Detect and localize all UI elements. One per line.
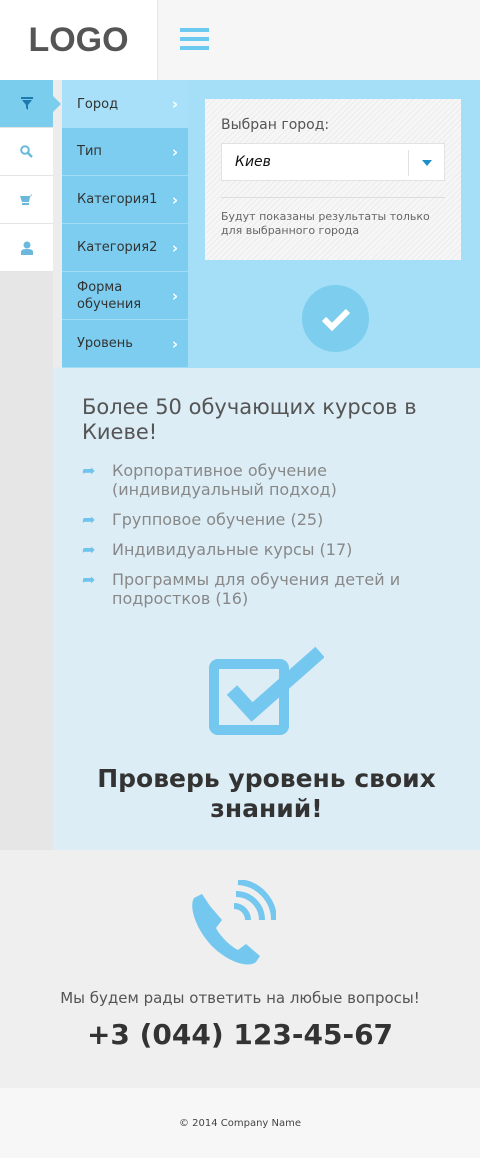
confirm-button[interactable]	[302, 285, 369, 352]
arrow-icon: ➦	[82, 510, 96, 529]
copyright: © 2014 Company Name	[178, 1117, 302, 1129]
header: LOGO	[0, 0, 480, 80]
list-item[interactable]: ➦ Корпоративное обучение (индивидуальный …	[82, 461, 462, 499]
list-item[interactable]: ➦ Программы для обучения детей и подростк…	[82, 570, 462, 608]
check-icon	[321, 308, 350, 331]
city-selector-box: Выбран город: Киев Будут показаны резуль…	[205, 99, 461, 260]
filter-icon[interactable]	[0, 80, 61, 128]
menu-item-label: Уровень	[77, 336, 133, 351]
chevron-right-icon: ›	[171, 238, 178, 257]
menu-item-label: Категория1	[77, 192, 158, 207]
city-label: Выбран город:	[221, 117, 330, 133]
contact-text: Мы будем рады ответить на любые вопросы!	[60, 989, 420, 1007]
cart-icon[interactable]	[0, 176, 53, 224]
arrow-icon: ➦	[82, 540, 96, 559]
chevron-right-icon: ›	[171, 142, 178, 161]
filter-menu: Город › Тип › Категория1 › Категория2 › Форм…	[62, 80, 188, 368]
list-item[interactable]: ➦ Индивидуальные курсы (17)	[82, 540, 462, 559]
search-icon[interactable]	[0, 128, 53, 176]
menu-item-study-form[interactable]: Форма обучения ›	[62, 272, 188, 320]
city-select[interactable]: Киев	[221, 143, 445, 181]
list-item-text: Корпоративное обучение (индивидуальный п…	[112, 461, 337, 499]
hamburger-menu-button[interactable]	[180, 28, 209, 51]
arrow-icon: ➦	[82, 461, 96, 480]
divider	[221, 197, 445, 198]
logo[interactable]: LOGO	[0, 0, 158, 80]
chevron-right-icon: ›	[171, 286, 178, 305]
city-note: Будут показаны результаты только для выб…	[221, 210, 430, 237]
test-knowledge-title[interactable]: Проверь уровень своих знаний!	[53, 764, 480, 824]
phone-icon	[192, 880, 276, 965]
menu-item-city[interactable]: Город ›	[62, 80, 188, 128]
list-item-text: Индивидуальные курсы (17)	[112, 540, 353, 559]
menu-item-label: Город	[77, 96, 119, 112]
user-icon[interactable]	[0, 224, 53, 272]
list-item-text: Групповое обучение (25)	[112, 510, 324, 529]
menu-item-category1[interactable]: Категория1 ›	[62, 176, 188, 224]
arrow-icon: ➦	[82, 570, 96, 589]
city-select-value: Киев	[235, 154, 271, 170]
list-item-text: Программы для обучения детей и подростко…	[112, 570, 401, 608]
course-list: ➦ Корпоративное обучение (индивидуальный …	[82, 461, 462, 619]
chevron-right-icon: ›	[171, 190, 178, 209]
phone-number[interactable]: +3 (044) 123-45-67	[0, 1018, 480, 1051]
menu-item-label: Форма обучения	[77, 279, 142, 312]
menu-item-level[interactable]: Уровень ›	[62, 320, 188, 368]
chevron-right-icon: ›	[171, 334, 178, 353]
list-item[interactable]: ➦ Групповое обучение (25)	[82, 510, 462, 529]
chevron-right-icon: ›	[171, 95, 178, 113]
menu-item-label: Тип	[77, 144, 102, 159]
chevron-down-icon[interactable]	[408, 150, 444, 176]
checkbox-check-icon	[209, 646, 324, 735]
footer: © 2014 Company Name	[0, 1088, 480, 1158]
menu-item-category2[interactable]: Категория2 ›	[62, 224, 188, 272]
courses-headline: Более 50 обучающих курсов в Киеве!	[82, 395, 417, 444]
icon-sidebar	[0, 80, 61, 850]
menu-item-type[interactable]: Тип ›	[62, 128, 188, 176]
menu-item-label: Категория2	[77, 240, 158, 255]
